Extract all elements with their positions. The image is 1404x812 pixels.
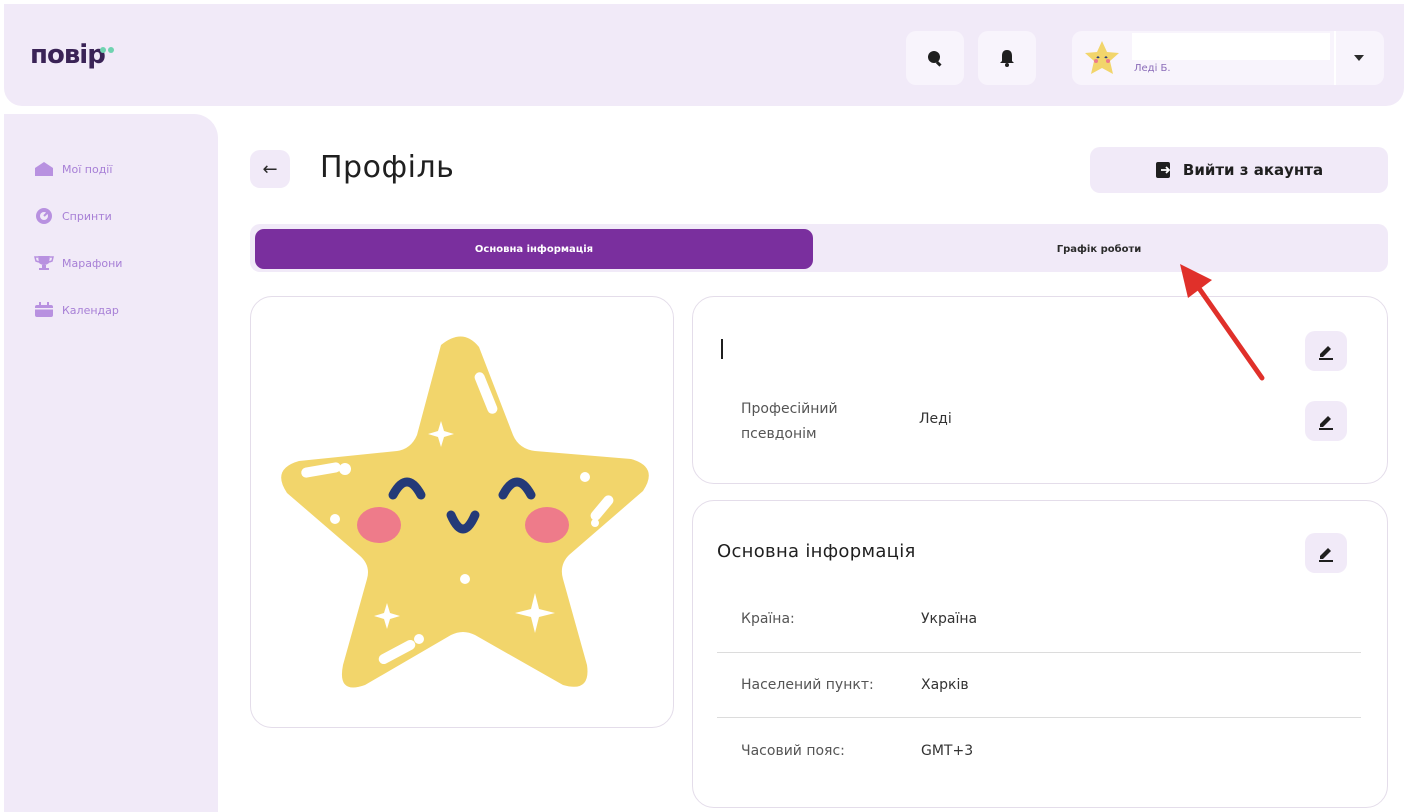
top-bar: повір Леді Б. <box>4 4 1404 106</box>
city-label: Населений пункт: <box>741 677 874 693</box>
sidebar: Мої події Спринти Марафони Календар <box>4 114 218 812</box>
pencil-icon <box>1319 346 1333 360</box>
avatar-card <box>250 296 674 728</box>
name-text-cursor <box>721 339 723 359</box>
country-label: Країна: <box>741 611 795 627</box>
search-button[interactable] <box>906 31 964 85</box>
row-divider <box>717 652 1361 653</box>
main-info-card: Основна інформація Країна: Україна Насел… <box>692 500 1388 808</box>
nickname-card: Професійний псевдонім Леді <box>692 296 1388 484</box>
trophy-icon <box>34 254 54 272</box>
profile-tabs: Основна інформація Графік роботи <box>250 224 1388 272</box>
edit-name-button[interactable] <box>1305 331 1347 371</box>
arrow-left-icon: ← <box>262 158 278 180</box>
search-icon <box>928 51 942 67</box>
chevron-down-icon[interactable] <box>1354 55 1364 61</box>
sidebar-item-my-events[interactable]: Мої події <box>34 160 112 178</box>
tab-main-info[interactable]: Основна інформація <box>255 229 813 269</box>
bell-icon <box>1000 50 1014 67</box>
home-icon <box>34 160 54 178</box>
sidebar-item-label: Календар <box>62 303 119 317</box>
pencil-icon <box>1319 416 1333 430</box>
sidebar-item-sprints[interactable]: Спринти <box>34 207 112 225</box>
edit-nickname-button[interactable] <box>1305 401 1347 441</box>
page-title: Профіль <box>320 150 455 185</box>
avatar <box>1085 41 1119 74</box>
calendar-icon <box>34 301 54 319</box>
nickname-label: Професійний псевдонім <box>741 401 838 443</box>
logout-label: Вийти з акаунта <box>1182 161 1324 179</box>
tab-work-schedule[interactable]: Графік роботи <box>814 229 1384 269</box>
user-menu-divider <box>1334 31 1336 85</box>
app-logo[interactable]: повір <box>30 40 106 70</box>
user-nick: Леді Б. <box>1134 63 1171 74</box>
user-name-redacted <box>1132 33 1330 60</box>
star-avatar-image[interactable] <box>251 297 675 729</box>
timezone-label: Часовий пояс: <box>741 743 845 759</box>
user-menu[interactable]: Леді Б. <box>1072 31 1384 85</box>
pencil-icon <box>1319 548 1333 562</box>
row-divider <box>717 717 1361 718</box>
sidebar-item-label: Мої події <box>62 162 113 176</box>
main-info-title: Основна інформація <box>717 541 916 562</box>
country-value: Україна <box>921 611 978 627</box>
back-button[interactable]: ← <box>250 150 290 188</box>
timezone-value: GMT+3 <box>921 743 974 759</box>
city-value: Харків <box>921 677 969 693</box>
target-icon <box>34 207 54 225</box>
logout-button[interactable]: Вийти з акаунта <box>1090 147 1388 193</box>
sidebar-item-label: Спринти <box>62 209 112 223</box>
logo-dots <box>100 38 116 57</box>
logout-icon <box>1155 162 1171 178</box>
sidebar-item-marathons[interactable]: Марафони <box>34 254 122 272</box>
notifications-button[interactable] <box>978 31 1036 85</box>
edit-main-info-button[interactable] <box>1305 533 1347 573</box>
sidebar-item-label: Марафони <box>62 256 123 270</box>
nickname-value: Леді <box>919 411 952 427</box>
sidebar-item-calendar[interactable]: Календар <box>34 301 119 319</box>
